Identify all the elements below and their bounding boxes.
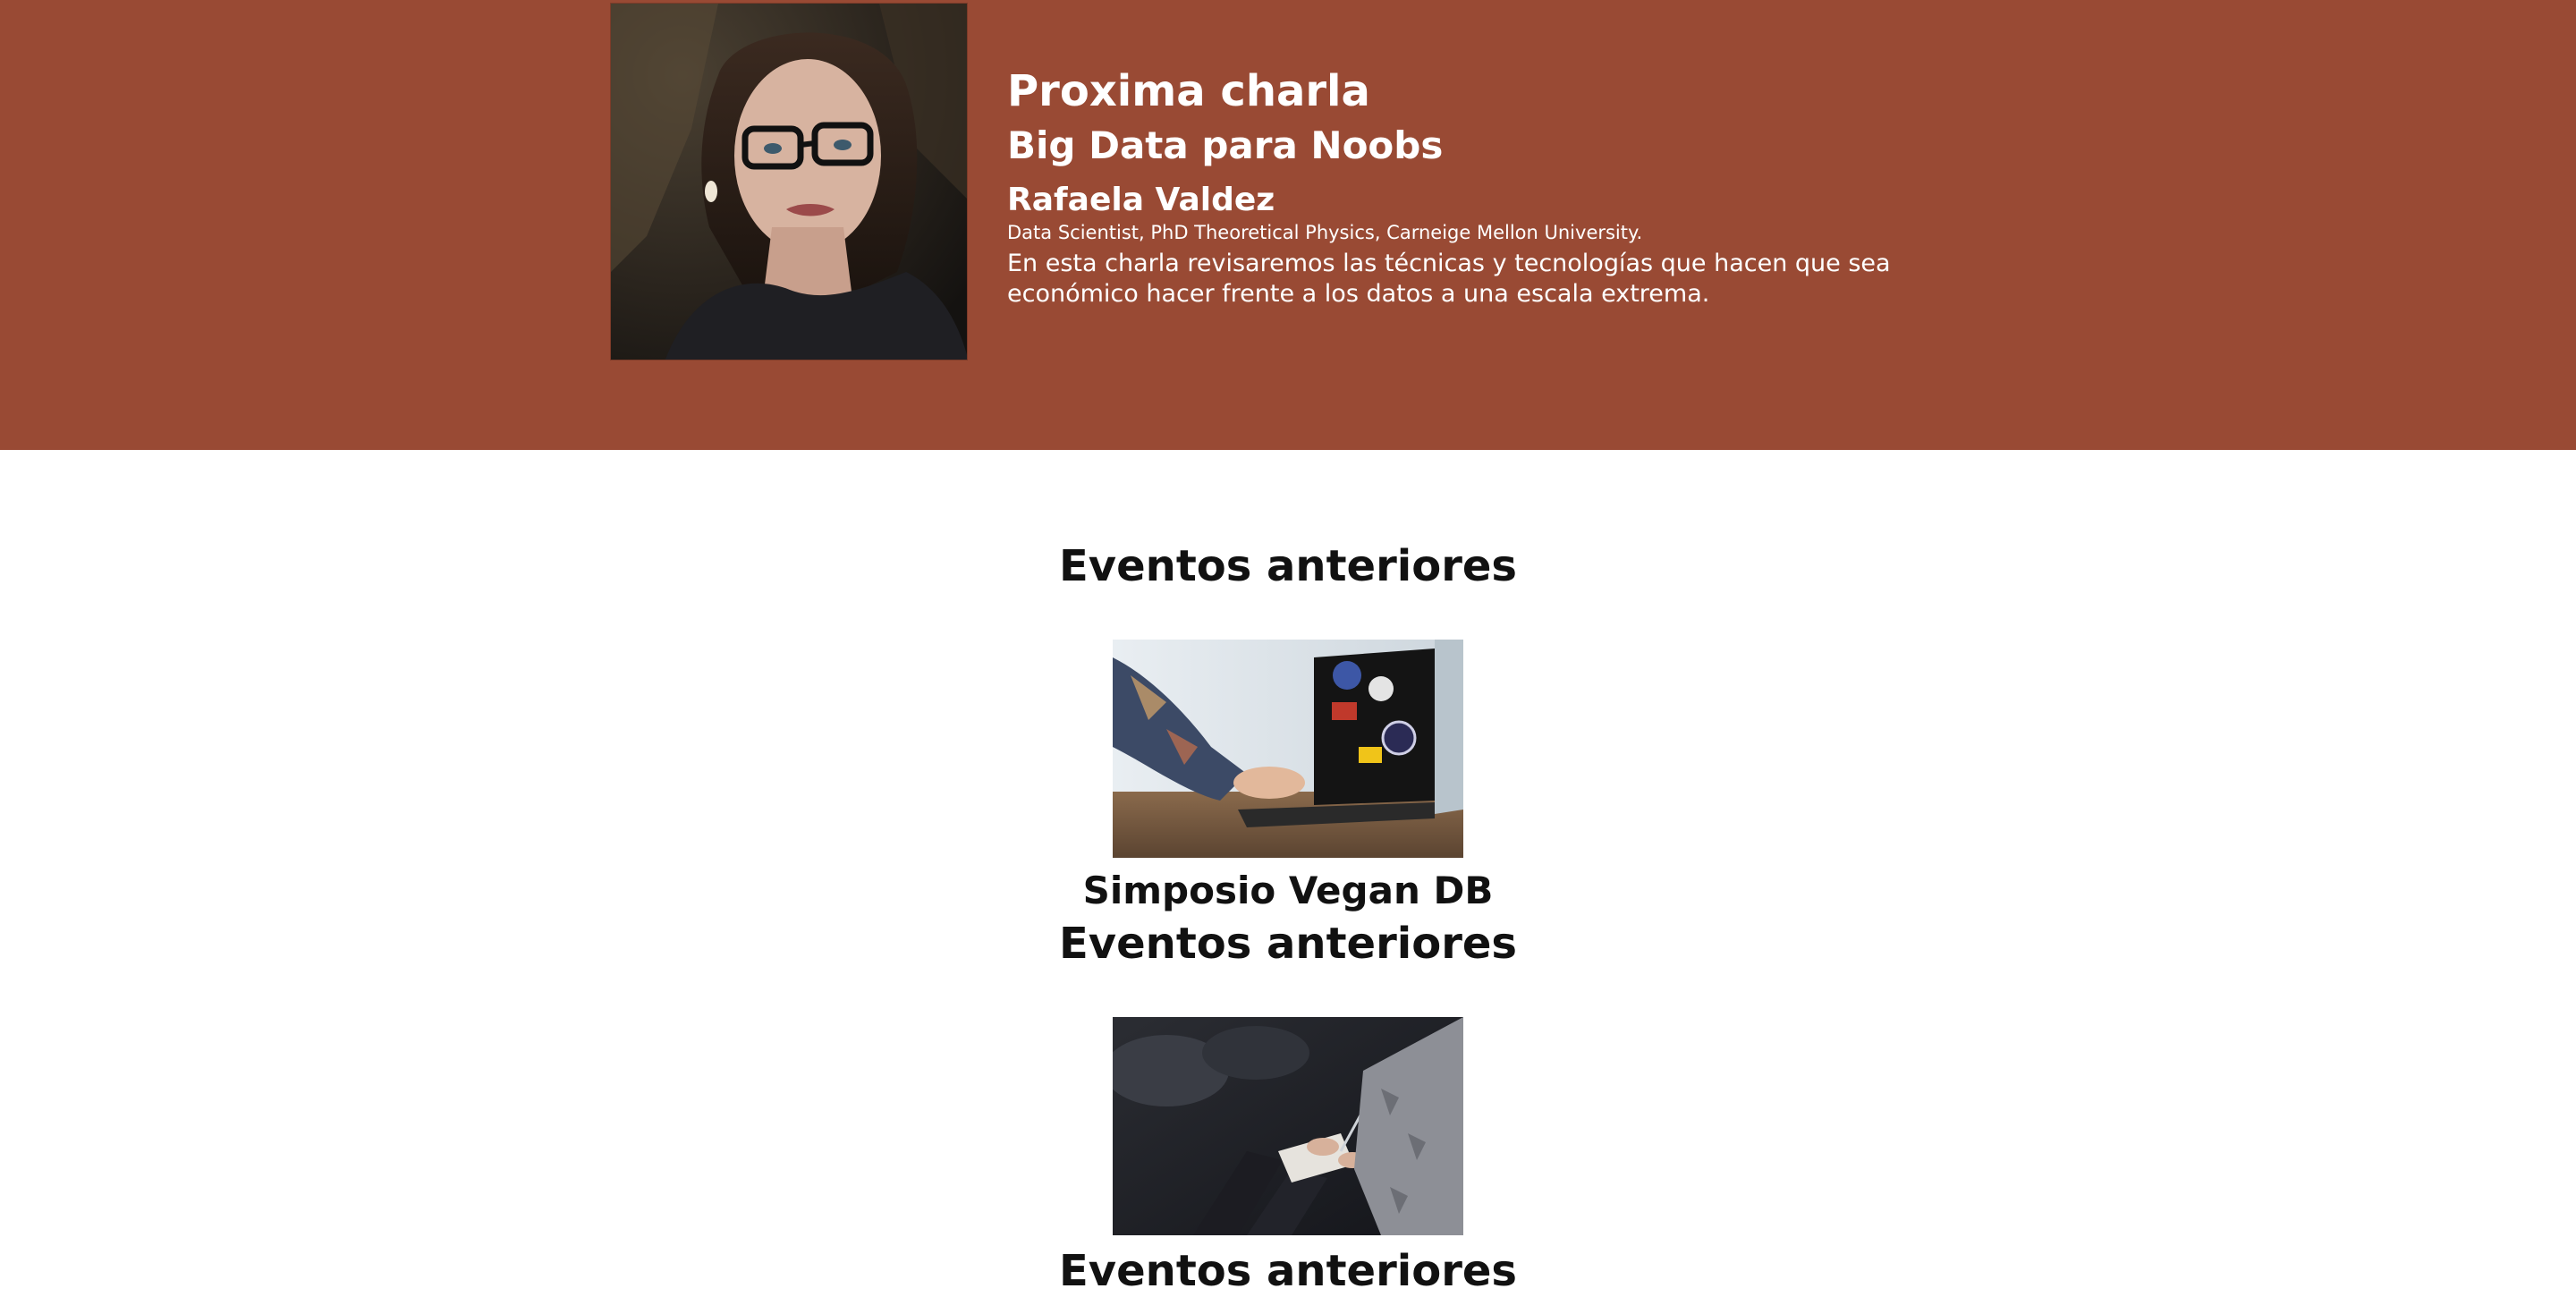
laptop-with-stickers-image (1113, 640, 1463, 858)
past-events-heading: Eventos anteriores (1059, 919, 1517, 969)
event-name[interactable]: Simposio Vegan DB (0, 867, 2576, 915)
past-events-heading: Eventos anteriores (1059, 541, 1517, 591)
audience-taking-notes-image (1113, 1017, 1463, 1235)
speaker-credentials: Data Scientist, PhD Theoretical Physics,… (1007, 222, 1643, 243)
event-card[interactable] (1113, 1017, 1463, 1235)
talk-title: Big Data para Noobs (1007, 123, 1444, 167)
speaker-portrait-image (611, 4, 967, 360)
speaker-photo (610, 3, 968, 360)
talk-description: En esta charla revisaremos las técnicas … (1007, 250, 1891, 308)
speaker-name: Rafaela Valdez (1007, 182, 1275, 218)
next-talk-details: Proxima charla Big Data para Noobs Rafae… (1007, 59, 1991, 309)
event-photo-audience[interactable] (1113, 1017, 1463, 1235)
next-talk-kicker: Proxima charla (1007, 66, 1370, 116)
next-talk-banner: Proxima charla Big Data para Noobs Rafae… (0, 0, 2576, 450)
event-photo-laptop[interactable] (1113, 640, 1463, 858)
past-events-heading: Eventos anteriores (1059, 1246, 1517, 1296)
event-card[interactable] (1113, 640, 1463, 858)
